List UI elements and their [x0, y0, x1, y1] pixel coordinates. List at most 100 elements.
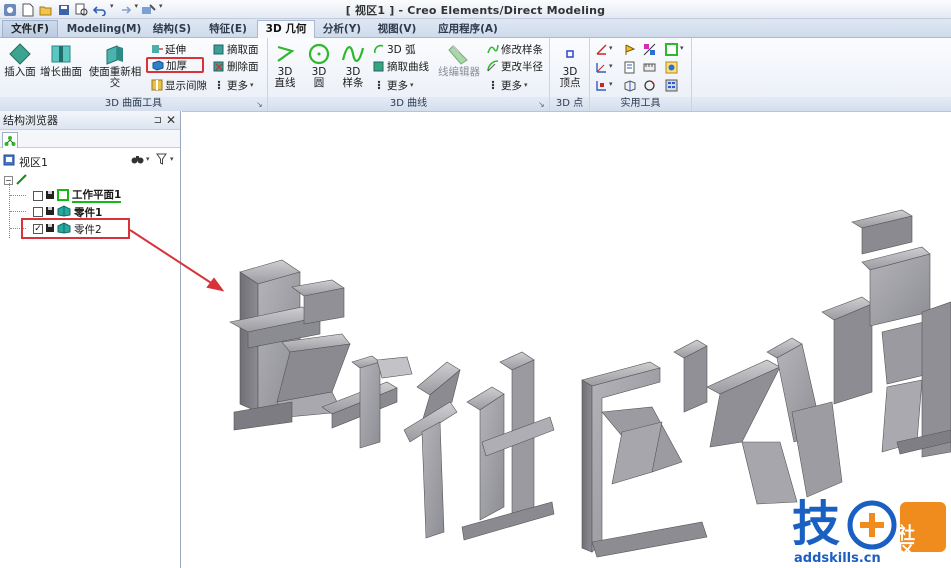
calculator-icon[interactable]	[664, 78, 678, 92]
watermark-badge-text: 社区	[894, 523, 916, 558]
thicken-icon	[151, 59, 164, 72]
save-state-icon	[46, 206, 54, 218]
curves-more-button[interactable]: 更多 ▾	[372, 77, 414, 93]
wire-editor-label: 线编辑器	[438, 66, 480, 78]
more-dots-icon	[372, 79, 385, 92]
3d-viewport[interactable]: 技 社区 addskills.cn	[182, 111, 951, 568]
tab-structure[interactable]: 结构(S)	[145, 20, 199, 38]
curves-more-dropdown: ▾	[410, 81, 414, 89]
3d-arc-button[interactable]: 3D 弧	[372, 41, 416, 57]
extract-face-button[interactable]: 摘取面	[212, 41, 259, 57]
delete-face-button[interactable]: 删除面	[212, 58, 259, 74]
close-panel-icon[interactable]: ✕	[166, 111, 176, 130]
ribbon-empty-label-strip	[692, 97, 951, 111]
browser-view-name[interactable]: 视区1	[19, 154, 48, 170]
axis-blue-icon[interactable]	[594, 60, 608, 74]
surface-more-button[interactable]: 更多 ▾	[212, 77, 254, 93]
tab-feature[interactable]: 特征(E)	[201, 20, 255, 38]
ribbon-tab-bar: 文件(F) Modeling(M) 结构(S) 特征(E) 3D 几何 分析(Y…	[0, 19, 951, 39]
filter-icon[interactable]	[156, 153, 167, 168]
wireframe-box-icon[interactable]	[622, 78, 636, 92]
extruded-character-5	[706, 296, 873, 505]
tab-file[interactable]: 文件(F)	[2, 20, 58, 38]
root-pen-icon	[16, 173, 28, 188]
curves-more2-button[interactable]: 更多 ▾	[486, 77, 528, 93]
color-settings-icon[interactable]	[664, 60, 678, 74]
grow-surface-button[interactable]: 增长曲面	[40, 41, 82, 78]
group-label-3d-curves: 3D 曲线	[268, 97, 549, 111]
more-dots-icon	[486, 79, 499, 92]
3d-circle-icon	[308, 43, 330, 65]
utility-dropdown-4[interactable]: ▾	[609, 80, 613, 88]
modify-spline-button[interactable]: 修改样条	[486, 41, 543, 57]
pin-icon[interactable]: ⊐	[154, 111, 162, 130]
tree-root-row[interactable]: −	[4, 172, 28, 188]
3d-line-label: 3D 直线	[274, 66, 296, 89]
flag-yellow-icon[interactable]	[622, 42, 636, 56]
tab-modeling[interactable]: Modeling(M)	[65, 20, 143, 38]
save-state-icon	[46, 190, 54, 202]
grow-surface-icon	[51, 45, 71, 63]
tree-item-label: 工作平面1	[72, 189, 122, 203]
3d-vertex-button[interactable]: 3D 顶点	[554, 41, 586, 89]
curves-launcher[interactable]: ↘	[538, 101, 546, 109]
measure-icon[interactable]	[642, 60, 656, 74]
ribbon-panel: 插入面 增长曲面 使面重新相交 延伸 加厚 显示间隙 摘取面 删除面 更多 ▾ …	[0, 38, 951, 111]
modify-spline-icon	[486, 43, 499, 56]
3d-line-icon	[277, 45, 295, 62]
visibility-checkbox[interactable]	[33, 207, 43, 217]
thicken-button[interactable]: 加厚	[146, 57, 204, 73]
binoculars-icon[interactable]	[131, 153, 144, 168]
document-page-icon[interactable]	[622, 60, 636, 74]
filter-dropdown[interactable]: ▾	[170, 155, 174, 163]
utility-dropdown-1[interactable]: ▾	[609, 44, 613, 52]
cycle-arrows-icon[interactable]	[642, 78, 656, 92]
utility-dropdown-2[interactable]: ▾	[680, 44, 684, 52]
creo-application: ▾ ▾ ▾ [ 视区1 ] - Creo Elements/Direct Mod…	[0, 0, 951, 568]
tree-connector-1	[10, 195, 26, 196]
reintersect-faces-button[interactable]: 使面重新相交	[84, 41, 146, 89]
delete-face-label: 删除面	[227, 60, 259, 73]
green-frame-icon[interactable]	[664, 42, 678, 56]
3d-spline-button[interactable]: 3D 样条	[338, 41, 368, 89]
more-dots-icon	[212, 79, 225, 92]
wire-editor-button[interactable]: 线编辑器	[436, 41, 482, 78]
3d-circle-button[interactable]: 3D 圆	[304, 41, 334, 89]
tab-analysis[interactable]: 分析(Y)	[317, 20, 367, 38]
show-gap-button[interactable]: 显示间隙	[150, 77, 207, 93]
extend-button[interactable]: 延伸	[150, 41, 186, 57]
find-dropdown[interactable]: ▾	[146, 155, 150, 163]
surface-more-dropdown: ▾	[250, 81, 254, 89]
insert-face-button[interactable]: 插入面	[2, 41, 38, 78]
change-radius-label: 更改半径	[501, 60, 543, 73]
watermark-plus-icon	[860, 513, 884, 537]
extract-face-label: 摘取面	[227, 43, 259, 56]
axis-red-icon[interactable]	[594, 42, 608, 56]
structure-browser-tabs	[0, 130, 180, 148]
extruded-character-3	[403, 351, 555, 541]
structure-browser-title: 结构浏览器	[3, 114, 58, 127]
change-radius-button[interactable]: 更改半径	[486, 58, 543, 74]
tab-applications[interactable]: 应用程序(A)	[427, 20, 509, 38]
surface-more-label: 更多	[227, 79, 248, 92]
insert-face-label: 插入面	[4, 66, 36, 78]
tab-3d-geometry[interactable]: 3D 几何	[257, 20, 315, 39]
utility-dropdown-3[interactable]: ▾	[609, 62, 613, 70]
tab-view[interactable]: 视图(V)	[369, 20, 425, 38]
3d-arc-label: 3D 弧	[387, 43, 416, 56]
tree-item-workplane1[interactable]: 工作平面1	[33, 188, 122, 204]
ribbon-empty-area	[692, 38, 951, 111]
extract-curve-button[interactable]: 摘取曲线	[372, 58, 429, 74]
curves-more2-dropdown: ▾	[524, 81, 528, 89]
3d-vertex-label: 3D 顶点	[559, 66, 581, 89]
watermark-logo: 技 社区 addskills.cn	[792, 496, 946, 566]
3d-model-canvas: 技 社区 addskills.cn	[229, 209, 951, 566]
tree-tab-icon[interactable]	[2, 132, 18, 148]
3d-line-button[interactable]: 3D 直线	[270, 41, 300, 89]
surface-tools-launcher[interactable]: ↘	[256, 101, 264, 109]
coordinate-icon[interactable]	[594, 78, 608, 92]
extend-label: 延伸	[165, 43, 186, 56]
group-3d-surface-tools: 插入面 增长曲面 使面重新相交 延伸 加厚 显示间隙 摘取面 删除面 更多 ▾ …	[0, 38, 268, 111]
visibility-checkbox[interactable]	[33, 191, 43, 201]
pattern-magenta-icon[interactable]	[642, 42, 656, 56]
